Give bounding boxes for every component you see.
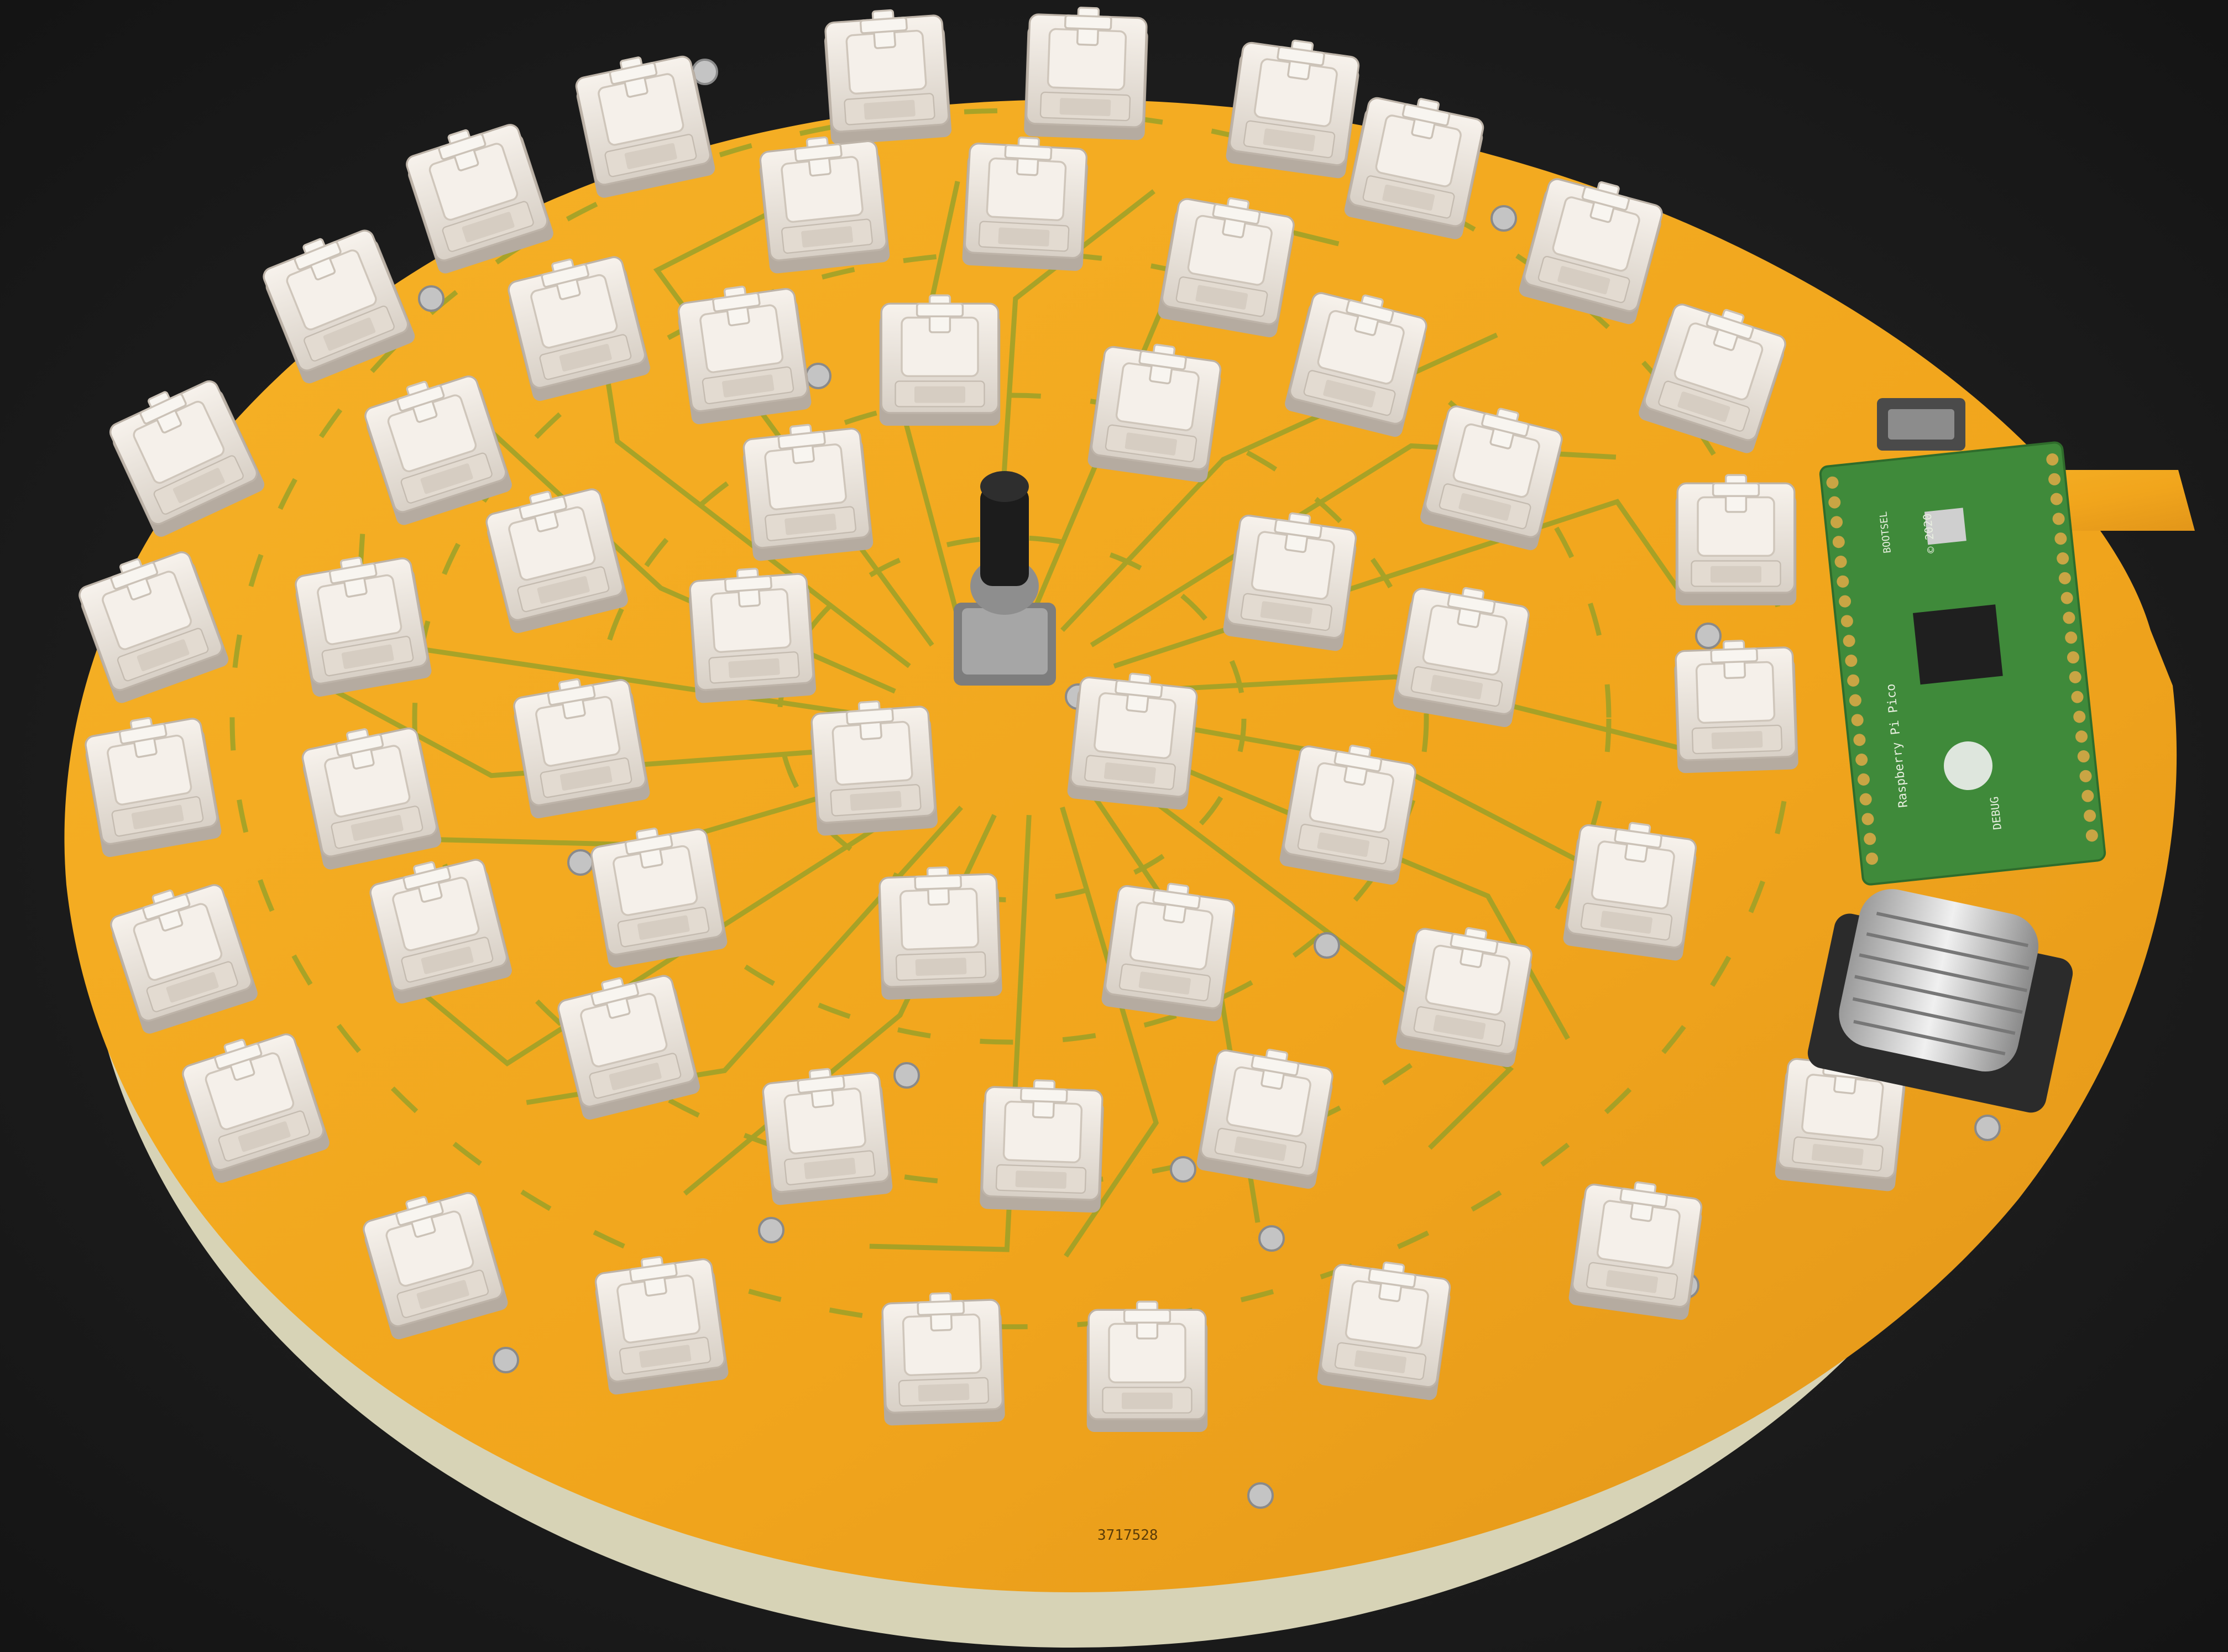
key-switch: [961, 133, 1091, 273]
photo-scene: Raspberry Pi Pico © 2020 DEBUG BOOTSEL 3…: [0, 0, 2228, 1652]
key-switch: [1086, 1300, 1209, 1433]
mounting-screw: [1314, 932, 1340, 959]
mounting-screw: [1695, 623, 1722, 649]
mounting-screw: [1247, 1482, 1274, 1509]
raspberry-pi-pico: Raspberry Pi Pico © 2020 DEBUG BOOTSEL: [1819, 398, 2106, 886]
key-switch: [590, 1248, 730, 1397]
mounting-screw: [493, 1347, 519, 1373]
key-switch: [979, 1077, 1106, 1214]
mounting-screw: [758, 1217, 784, 1243]
key-switch: [1100, 875, 1239, 1023]
key-switch: [807, 697, 939, 838]
mounting-screw: [1974, 1115, 2001, 1141]
mounting-screw: [567, 849, 594, 876]
mounting-screw: [1170, 1156, 1196, 1183]
key-switch: [1023, 4, 1150, 142]
key-switch: [1567, 1174, 1707, 1322]
board-code-label: 3717528: [1097, 1527, 1158, 1544]
key-switch: [673, 278, 813, 426]
key-switch: [876, 864, 1003, 1001]
key-switch: [1675, 474, 1797, 607]
key-switch: [756, 130, 892, 275]
key-switch: [686, 564, 818, 705]
key-switch: [739, 418, 875, 563]
key-switch: [759, 1062, 895, 1207]
key-switch: [1315, 1254, 1455, 1402]
raspberry-logo: [1944, 741, 1992, 790]
mounting-screw: [1258, 1225, 1285, 1252]
key-switch: [1065, 667, 1201, 812]
mounting-screw: [418, 285, 444, 312]
mounting-screw: [893, 1062, 920, 1089]
mounting-screw: [1490, 205, 1517, 232]
mounting-screw: [805, 363, 831, 389]
key-switch: [1561, 814, 1701, 963]
key-switch: [1086, 336, 1226, 484]
key-switch: [1221, 505, 1361, 653]
key-switch: [821, 6, 953, 147]
key-switch: [1224, 32, 1364, 180]
key-switch: [1672, 637, 1800, 775]
key-switch: [878, 1290, 1006, 1427]
key-switch: [878, 294, 1001, 427]
